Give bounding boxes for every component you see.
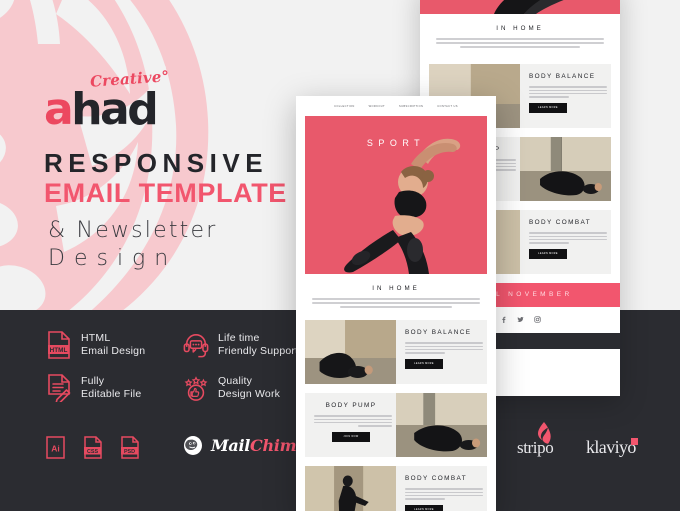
card-body: BODY BALANCE LEARN MORE — [396, 320, 487, 384]
svg-text:Ai: Ai — [51, 444, 60, 454]
nav-item-workout[interactable]: WORKOUT — [369, 105, 385, 108]
card-paragraph — [529, 232, 607, 244]
feature-quality-design-work: Quality Design Work — [183, 374, 280, 402]
card-title: BODY BALANCE — [529, 72, 596, 80]
nav-item-collection[interactable]: COLLECTION — [334, 105, 355, 108]
feature-subtitle: Email Design — [81, 345, 146, 357]
card-body: BODY PUMP JOIN NOW — [305, 393, 396, 457]
yoga-athlete-figure — [344, 138, 461, 274]
outdoor-photo — [305, 465, 396, 511]
nav-item-subscription[interactable]: SUBSCRIPTION — [399, 105, 423, 108]
card-body-balance[interactable]: BODY BALANCE LEARN MORE — [305, 319, 487, 384]
hero-crop-right — [420, 0, 620, 14]
twitter-icon[interactable] — [516, 316, 524, 323]
instagram-icon[interactable] — [533, 316, 541, 323]
facebook-icon[interactable] — [500, 316, 507, 323]
card-paragraph — [405, 342, 483, 354]
gym-photo — [305, 319, 396, 384]
card-title: BODY COMBAT — [529, 218, 592, 226]
file-format-badges: Ai CSS PSD — [46, 436, 139, 459]
card-cta-button[interactable]: LEARN MORE — [405, 504, 443, 511]
partner-logos: stripo klaviyo — [517, 422, 638, 458]
headline-responsive: RESPONSIVE — [44, 148, 269, 178]
card-cta-label: LEARN MORE — [538, 106, 558, 110]
card-body-pump[interactable]: BODY PUMP JOIN NOW — [305, 392, 487, 457]
card-cta-button[interactable]: LEARN MORE — [529, 248, 567, 259]
section-paragraph — [436, 38, 604, 48]
svg-text:HTML: HTML — [50, 347, 68, 354]
stripo-wordmark: stripo — [517, 438, 554, 457]
card-paragraph — [405, 488, 483, 500]
klaviyo-wordmark: klaviyo — [586, 437, 636, 457]
edit-document-icon — [48, 374, 71, 402]
card-cta-button[interactable]: LEARN MORE — [529, 102, 567, 113]
card-body-combat[interactable]: BODY COMBAT LEARN MORE — [305, 465, 487, 511]
psd-file-icon: PSD — [121, 436, 139, 459]
card-body: BODY BALANCE LEARN MORE — [520, 64, 611, 128]
card-image — [396, 392, 487, 457]
feature-lifetime-support: Life time Friendly Support — [183, 331, 298, 359]
feature-fully-editable-file: Fully Editable File — [46, 374, 141, 402]
headline-design: Design — [48, 246, 178, 271]
card-title: BODY PUMP — [325, 401, 377, 409]
card-cta-button[interactable]: LEARN MORE — [405, 358, 443, 369]
card-cta-label: JOIN NOW — [343, 435, 359, 439]
nav-item-contact[interactable]: CONTACT US — [437, 105, 458, 108]
feature-title: Fully — [81, 375, 105, 387]
feature-html-email-design: HTML HTML Email Design — [46, 331, 145, 359]
section-paragraph — [312, 298, 480, 308]
feature-subtitle: Design Work — [218, 388, 281, 400]
gym-photo — [520, 136, 611, 201]
headline-email-template: EMAIL TEMPLATE — [44, 178, 287, 208]
svg-text:PSD: PSD — [124, 449, 135, 455]
illustrator-file-icon: Ai — [46, 436, 65, 459]
card-cta-button[interactable]: JOIN NOW — [332, 431, 370, 442]
card-cta-label: LEARN MORE — [538, 252, 558, 256]
quality-badge-icon — [184, 376, 208, 401]
feature-subtitle: Editable File — [81, 388, 142, 400]
card-image — [305, 465, 396, 511]
feature-label: Fully Editable File — [81, 375, 141, 401]
css-file-icon: CSS — [84, 436, 102, 459]
mailchimp-wordmark: MailChimp — [211, 435, 308, 455]
feature-label: HTML Email Design — [81, 332, 145, 358]
gig-thumbnail: Creative° ahad RESPONSIVE EMAIL TEMPLATE… — [0, 0, 680, 511]
feature-title: Life time — [218, 332, 260, 344]
email-mockup-center: COLLECTION WORKOUT SUBSCRIPTION CONTACT … — [296, 96, 496, 511]
headset-support-icon — [183, 334, 209, 358]
klaviyo-accent-mark — [630, 438, 638, 445]
klaviyo-logo: klaviyo — [586, 437, 638, 458]
mailchimp-monkey-icon — [184, 436, 202, 455]
headline-newsletter: & Newsletter — [48, 218, 218, 243]
card-image — [305, 319, 396, 384]
html-file-icon: HTML — [48, 331, 70, 359]
feature-label: Quality Design Work — [218, 375, 280, 401]
mailchimp-logo: MailChimp — [182, 434, 307, 456]
brand-wordmark: ahad — [44, 84, 159, 135]
card-image — [520, 136, 611, 201]
feature-subtitle: Friendly Support — [218, 345, 299, 357]
feature-label: Life time Friendly Support — [218, 332, 298, 358]
brand-logo: Creative° ahad — [44, 67, 194, 135]
feature-title: HTML — [81, 332, 111, 344]
section-title: IN HOME — [496, 25, 544, 32]
card-title: BODY COMBAT — [405, 474, 468, 482]
feature-title: Quality — [218, 375, 253, 387]
mockup-nav: COLLECTION WORKOUT SUBSCRIPTION CONTACT … — [296, 96, 496, 116]
card-title: BODY BALANCE — [405, 328, 472, 336]
card-body: BODY COMBAT LEARN MORE — [396, 466, 487, 511]
section-title: IN HOME — [372, 285, 420, 292]
athlete-silhouette — [494, 0, 564, 14]
card-paragraph — [314, 415, 392, 427]
card-cta-label: LEARN MORE — [414, 362, 434, 366]
svg-text:CSS: CSS — [87, 449, 98, 455]
gym-photo — [396, 392, 487, 457]
card-paragraph — [529, 86, 607, 98]
stripo-logo: stripo — [517, 422, 575, 458]
hero-banner: SPORT — [305, 116, 487, 274]
card-body: BODY COMBAT LEARN MORE — [520, 210, 611, 274]
